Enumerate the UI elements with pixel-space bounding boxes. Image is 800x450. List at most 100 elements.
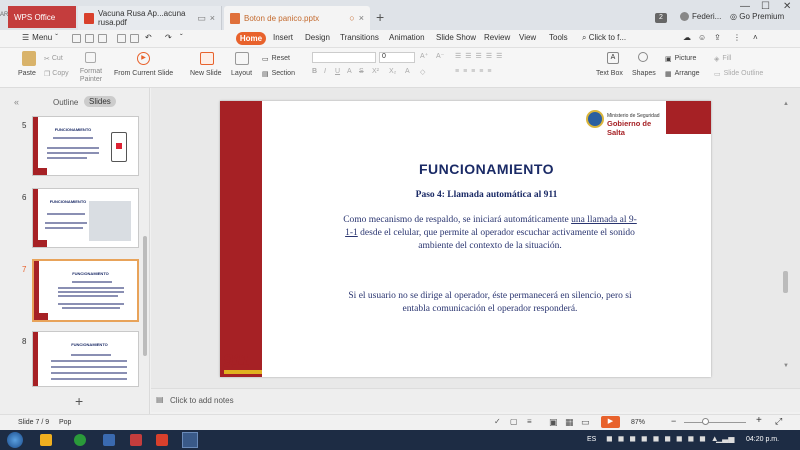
format-painter-button[interactable]: Format Painter (76, 68, 106, 84)
superscript-icon[interactable]: X² (372, 68, 379, 75)
slide-thumbnail-6[interactable]: FUNCIONAMIENTO (32, 188, 139, 248)
notes-pane[interactable]: ▤ Click to add notes (151, 388, 800, 412)
collapse-panel-icon[interactable]: « (14, 97, 19, 107)
tab-outline[interactable]: Outline (53, 98, 78, 107)
new-slide-button[interactable]: New Slide (190, 70, 222, 77)
vertical-scrollbar[interactable]: ▲ ▼ (782, 101, 790, 388)
cut-button[interactable]: ✂ Cut (44, 55, 63, 63)
tab-home[interactable]: Home (236, 32, 266, 45)
start-button[interactable] (7, 432, 23, 448)
zoom-slider[interactable] (684, 422, 746, 423)
font-color-icon[interactable]: A (405, 68, 410, 75)
wps-presentation-taskbar-icon[interactable] (156, 434, 168, 446)
user-account[interactable]: Federi... (680, 12, 721, 21)
chrome-icon[interactable] (74, 434, 86, 446)
more-icon[interactable]: ⋮ (733, 33, 741, 42)
subscript-icon[interactable]: X₂ (389, 68, 396, 75)
language-indicator[interactable]: ES (587, 436, 596, 443)
zoom-out-icon[interactable]: − (671, 416, 676, 426)
list-icon[interactable]: ☰☰☰☰☰ (455, 52, 506, 60)
picture-button[interactable]: ▣ Picture (665, 55, 696, 63)
go-premium-button[interactable]: ◎ Go Premium (730, 12, 784, 21)
tab-tools[interactable]: Tools (549, 33, 568, 42)
strikethrough-icon[interactable]: S (359, 68, 364, 75)
tab-slide-show[interactable]: Slide Show (436, 33, 476, 42)
zoom-level[interactable]: 87% (631, 419, 645, 426)
search-box[interactable]: ⌕ Click to f... (582, 33, 626, 43)
minimize-icon[interactable]: — (740, 1, 750, 12)
save-icon[interactable] (85, 34, 94, 43)
tab-animation[interactable]: Animation (389, 33, 425, 42)
ribbon-collapse-icon[interactable]: ˄ (753, 33, 758, 42)
text-box-icon[interactable]: A (607, 52, 619, 64)
underline-icon[interactable]: U (335, 68, 340, 75)
tab-design[interactable]: Design (305, 33, 330, 42)
notes-toggle-icon[interactable]: ≡ (527, 417, 532, 426)
slide-subtitle[interactable]: Paso 4: Llamada automática al 911 (262, 190, 711, 200)
paste-button[interactable]: Paste (18, 70, 36, 77)
play-icon[interactable]: ▶ (137, 52, 150, 65)
format-painter-icon[interactable] (85, 52, 96, 63)
tab-slides[interactable]: Slides (84, 96, 116, 107)
open-icon[interactable] (72, 34, 81, 43)
font-shrink-icon[interactable]: A⁻ (436, 52, 444, 60)
italic-icon[interactable]: I (324, 68, 326, 75)
spell-check-icon[interactable]: ✓ (494, 417, 501, 426)
font-size-field[interactable]: 0 (379, 52, 415, 63)
font-name-field[interactable] (312, 52, 376, 63)
scroll-thumb[interactable] (783, 271, 788, 293)
align-icon[interactable]: ≡≡≡≡≡ (455, 68, 495, 75)
undo-icon[interactable]: ↶ (145, 33, 152, 42)
text-box-button[interactable]: Text Box (596, 70, 623, 77)
section-button[interactable]: ▤ Section (262, 70, 295, 78)
close-tab-icon[interactable]: × (359, 13, 364, 23)
scroll-down-icon[interactable]: ▼ (783, 363, 789, 369)
print-icon[interactable] (117, 34, 126, 43)
share-icon[interactable]: ⇪ (714, 33, 721, 42)
maximize-icon[interactable]: ☐ (761, 1, 770, 12)
paragraph-2[interactable]: Si el usuario no se dirige al operador, … (340, 290, 640, 316)
shapes-button[interactable]: Shapes (632, 70, 656, 77)
font-grow-icon[interactable]: A⁺ (420, 52, 428, 60)
bold-icon[interactable]: B (312, 68, 317, 75)
close-tab-icon[interactable]: × (210, 13, 215, 23)
comment-icon[interactable]: ▢ (510, 417, 518, 426)
slide-thumbnail-5[interactable]: FUNCIONAMIENTO (32, 116, 139, 176)
signal-icon[interactable]: ▁▃▅ (716, 434, 734, 443)
new-tab-icon[interactable]: + (376, 9, 384, 25)
paste-icon[interactable] (22, 51, 36, 66)
export-pdf-icon[interactable] (98, 34, 107, 43)
main-menu-button[interactable]: ☰ Menu ˇ (22, 33, 58, 42)
slide-thumbnail-8[interactable]: FUNCIONAMIENTO (32, 331, 139, 387)
from-current-slide-button[interactable]: From Current Slide (114, 70, 173, 77)
slideshow-play-button[interactable]: ▶ (601, 416, 620, 428)
reading-view-icon[interactable]: ▭ (581, 417, 590, 428)
print-preview-icon[interactable] (130, 34, 139, 43)
layout-button[interactable]: Layout (231, 70, 252, 77)
slide-sorter-icon[interactable]: ▦ (565, 417, 574, 428)
layout-icon[interactable] (235, 52, 249, 65)
redo-icon[interactable]: ↷ (165, 33, 172, 42)
slide-title[interactable]: FUNCIONAMIENTO (262, 161, 711, 177)
slide-canvas[interactable]: Ministerio de Seguridad Gobierno de Salt… (220, 101, 711, 377)
zoom-in-icon[interactable]: + (756, 415, 762, 426)
close-window-icon[interactable]: ✕ (783, 1, 791, 12)
tab-view[interactable]: View (519, 33, 536, 42)
fill-button[interactable]: ◈ Fill (714, 55, 731, 63)
shapes-icon[interactable] (638, 52, 648, 62)
clear-format-icon[interactable]: ◇ (420, 68, 425, 76)
word-taskbar-icon[interactable] (182, 432, 198, 448)
slide-thumbnail-7[interactable]: FUNCIONAMIENTO (32, 259, 139, 322)
arrange-button[interactable]: ▦ Arrange (665, 70, 700, 78)
tray-icons[interactable]: ◼◼◼◼◼◼◼◼◼▲ (606, 434, 724, 443)
reset-button[interactable]: ▭ Reset (262, 55, 290, 63)
zoom-slider-handle[interactable] (702, 418, 709, 425)
tab-pdf-document[interactable]: Vacuna Rusa Ap...acuna rusa.pdf ▭ × (78, 6, 222, 30)
cloud-icon[interactable]: ☁ (683, 33, 691, 42)
tab-wps-office[interactable]: WPS Office (8, 6, 76, 28)
clock[interactable]: 04:20 p.m. (746, 436, 779, 443)
media-icon[interactable] (103, 434, 115, 446)
text-shadow-icon[interactable]: A (347, 68, 352, 75)
scroll-up-icon[interactable]: ▲ (783, 101, 789, 107)
slide-outline-button[interactable]: ▭ Slide Outline (714, 70, 763, 78)
